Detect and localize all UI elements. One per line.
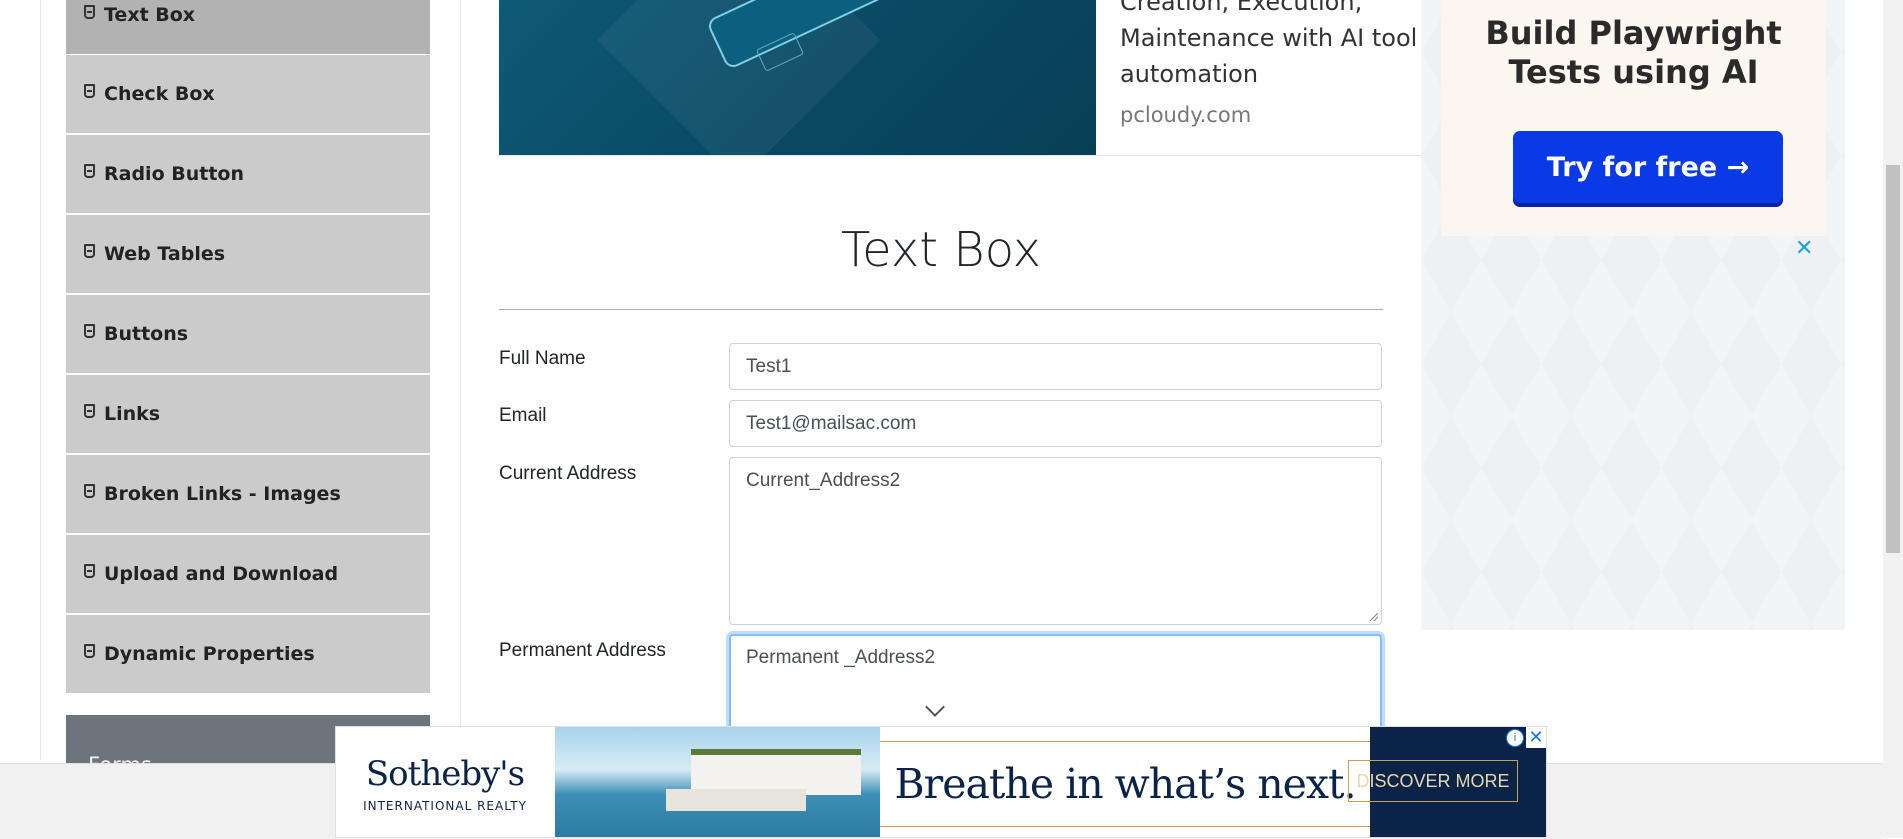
html5-icon <box>84 244 95 258</box>
sidebar-item-label: Text Box <box>104 3 196 26</box>
html5-icon <box>84 164 95 178</box>
sidebar-item-label: Check Box <box>104 83 215 105</box>
ad-headline-line: Creation, Execution, <box>1120 0 1363 16</box>
ad-banner-image[interactable] <box>499 0 1096 155</box>
full-name-input[interactable]: Test1 <box>729 343 1382 390</box>
sidebar-item-buttons[interactable]: Buttons <box>66 295 430 374</box>
house-illustration-lower <box>666 789 806 811</box>
email-label: Email <box>499 405 547 426</box>
ad-headline-line: Maintenance with AI tool fo <box>1120 24 1420 52</box>
promo-title-line: Build Playwright <box>1485 14 1782 52</box>
sidebar-item-radio-button[interactable]: Radio Button <box>66 135 430 214</box>
permanent-address-value: Permanent _Address2 <box>746 647 936 668</box>
current-address-value: Current_Address2 <box>746 470 901 491</box>
close-icon[interactable]: ✕ <box>1795 236 1813 261</box>
ad-divider <box>499 155 1421 156</box>
ad-source[interactable]: pcloudy.com <box>1120 103 1251 127</box>
ad-close-icon[interactable]: ✕ <box>1526 727 1546 748</box>
resize-handle-icon[interactable] <box>1370 613 1378 621</box>
ad-headline[interactable]: Creation, Execution, Maintenance with AI… <box>1120 0 1420 92</box>
brand-logo: Sotheby's <box>365 754 525 794</box>
discover-more-button[interactable]: DISCOVER MORE <box>1348 760 1518 802</box>
try-for-free-button[interactable]: Try for free → <box>1513 131 1783 203</box>
email-input[interactable]: Test1@mailsac.com <box>729 400 1382 447</box>
current-address-label: Current Address <box>499 463 637 484</box>
sidebar-item-label: Web Tables <box>104 243 226 265</box>
sidebar-item-check-box[interactable]: Check Box <box>66 55 430 134</box>
html5-icon <box>84 404 95 418</box>
html5-icon <box>84 484 95 498</box>
sidebar-item-label: Radio Button <box>104 163 244 185</box>
sidebar-item-broken-links[interactable]: Broken Links - Images <box>66 455 430 534</box>
permanent-address-textarea[interactable]: Permanent _Address2 <box>729 634 1382 734</box>
full-name-label: Full Name <box>499 348 586 369</box>
html5-icon <box>84 644 95 658</box>
ad-tagline: Breathe in what’s next. <box>894 760 1357 808</box>
sidebar-column-border <box>460 0 461 760</box>
sidebar-item-upload-download[interactable]: Upload and Download <box>66 535 430 614</box>
sidebar-item-web-tables[interactable]: Web Tables <box>66 215 430 294</box>
page-title: Text Box <box>840 222 1042 278</box>
scrollbar[interactable] <box>1883 0 1903 838</box>
html5-icon <box>84 324 95 338</box>
right-ad[interactable]: Build Playwright Tests using AI Try for … <box>1421 0 1845 630</box>
current-address-textarea[interactable]: Current_Address2 <box>729 457 1382 625</box>
ad-headline-line: automation <box>1120 60 1259 88</box>
brand-subtitle: INTERNATIONAL REALTY <box>363 799 527 813</box>
permanent-address-label: Permanent Address <box>499 640 666 661</box>
sidebar-item-label: Links <box>104 403 161 425</box>
sidebar-item-links[interactable]: Links <box>66 375 430 454</box>
promo-title: Build Playwright Tests using AI <box>1441 14 1826 92</box>
sidebar-item-text-box[interactable]: Text Box <box>66 0 430 55</box>
promo-title-line: Tests using AI <box>1508 53 1759 91</box>
bottom-ad[interactable]: Sotheby's INTERNATIONAL REALTY Breathe i… <box>335 726 1547 838</box>
sidebar-item-label: Dynamic Properties <box>104 643 315 665</box>
html5-icon <box>84 564 95 578</box>
ad-info-icon[interactable]: i <box>1506 729 1524 747</box>
sidebar-item-label: Broken Links - Images <box>104 483 341 505</box>
sidebar-item-dynamic-properties[interactable]: Dynamic Properties <box>66 615 430 694</box>
playwright-promo[interactable]: Build Playwright Tests using AI Try for … <box>1441 0 1826 236</box>
title-divider <box>499 309 1383 310</box>
scrollbar-thumb[interactable] <box>1886 165 1900 553</box>
page-left-border <box>40 0 41 760</box>
sidebar-item-label: Buttons <box>104 323 189 345</box>
html5-icon <box>84 4 95 19</box>
html5-icon <box>84 84 95 98</box>
sidebar-item-label: Upload and Download <box>104 563 339 585</box>
